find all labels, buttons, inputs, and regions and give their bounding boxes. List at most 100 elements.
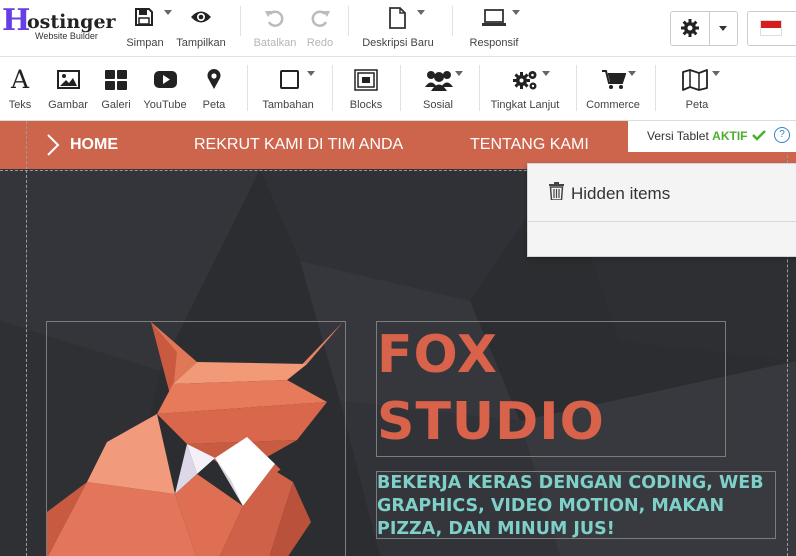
tablet-version-text: Versi Tablet AKTIF (647, 129, 748, 143)
add-image-button[interactable]: Gambar (45, 67, 91, 115)
separator (452, 6, 453, 36)
tablet-version-indicator: Versi Tablet AKTIF ? (628, 121, 796, 152)
map-pin-label: Peta (202, 99, 226, 111)
subtitle-line1: BEKERJA KERAS DENGAN CODING, WEB (377, 473, 764, 493)
square-icon (280, 70, 299, 89)
separator (479, 65, 480, 111)
trash-icon (549, 182, 564, 200)
chevron-down-icon[interactable] (719, 26, 727, 31)
commerce-button[interactable]: Commerce (582, 67, 644, 115)
map-button[interactable]: Peta (670, 67, 724, 115)
divider (528, 221, 796, 222)
responsive-label: Responsif (469, 37, 519, 49)
separator (240, 6, 241, 36)
hidden-items-panel[interactable]: Hidden items (527, 163, 796, 257)
tablet-version-status: AKTIF (712, 129, 748, 143)
text-label: Teks (8, 99, 32, 111)
add-youtube-button[interactable]: YouTube (140, 67, 190, 115)
checkmark-icon (752, 130, 766, 141)
fox-image[interactable] (46, 321, 346, 556)
redo-button[interactable]: Redo (300, 4, 340, 52)
advanced-button[interactable]: Tingkat Lanjut (484, 67, 566, 115)
section-guide-left (26, 170, 27, 556)
document-icon (389, 7, 406, 29)
gallery-label: Galeri (101, 99, 131, 111)
title-block[interactable]: FOX STUDIO (376, 321, 726, 457)
image-icon (57, 70, 80, 89)
save-caret-icon[interactable] (164, 10, 172, 15)
add-gallery-button[interactable]: Galeri (96, 67, 136, 115)
add-map-pin-button[interactable]: Peta (196, 67, 232, 115)
commerce-caret-icon[interactable] (628, 71, 636, 76)
add-extra-button[interactable]: Tambahan (255, 67, 321, 115)
flag-indonesia-icon (760, 20, 782, 36)
nav-guide-left (26, 121, 28, 169)
chevron-right-icon (47, 134, 60, 156)
new-description-button[interactable]: Deskripsi Baru (360, 4, 436, 52)
separator (348, 6, 349, 36)
map-pin-icon (207, 69, 221, 89)
commerce-label: Commerce (586, 99, 640, 111)
youtube-label: YouTube (143, 99, 187, 111)
redo-label: Redo (306, 37, 334, 49)
gear-icon (681, 19, 699, 37)
eye-icon (191, 11, 211, 23)
nav-about[interactable]: TENTANG KAMI (470, 136, 589, 154)
site-title-line1: FOX (377, 325, 498, 385)
separator (709, 12, 710, 45)
map-label: Peta (685, 99, 709, 111)
hostinger-logo[interactable]: H ostinger Website Builder (2, 3, 116, 43)
logo-subtitle: Website Builder (35, 31, 98, 41)
blocks-label: Blocks (349, 99, 383, 111)
gallery-icon (105, 70, 127, 90)
element-toolbar: A Teks Gambar Galeri YouTube Peta Tambah… (0, 57, 796, 121)
preview-button[interactable]: Tampilkan (174, 4, 228, 52)
map-caret-icon[interactable] (712, 71, 720, 76)
top-toolbar: H ostinger Website Builder Simpan Tampil… (0, 0, 796, 57)
help-icon[interactable]: ? (774, 127, 790, 143)
tablet-version-label: Versi Tablet (647, 129, 709, 143)
settings-button[interactable] (670, 11, 738, 46)
separator (655, 65, 656, 111)
separator (576, 65, 577, 111)
extra-caret-icon[interactable] (307, 71, 315, 76)
add-blocks-button[interactable]: Blocks (340, 67, 392, 115)
add-text-button[interactable]: A Teks (2, 65, 38, 115)
site-title-line2: STUDIO (377, 392, 605, 452)
new-description-label: Deskripsi Baru (362, 37, 434, 49)
save-icon (135, 8, 153, 26)
separator (400, 65, 401, 111)
separator (247, 65, 248, 111)
social-label: Sosial (423, 99, 453, 111)
subtitle-block[interactable]: BEKERJA KERAS DENGAN CODING, WEB GRAPHIC… (376, 471, 776, 539)
editor-canvas[interactable]: HOME REKRUT KAMI DI TIM ANDA TENTANG KAM… (0, 121, 796, 556)
save-button[interactable]: Simpan (122, 4, 172, 52)
image-label: Gambar (48, 99, 88, 111)
document-caret-icon[interactable] (417, 10, 425, 15)
text-icon: A (11, 65, 30, 94)
fox-illustration (47, 322, 343, 556)
nav-recruit[interactable]: REKRUT KAMI DI TIM ANDA (194, 136, 403, 154)
save-label: Simpan (126, 37, 164, 49)
logo-text: ostinger (27, 11, 116, 33)
responsive-caret-icon[interactable] (512, 10, 520, 15)
subtitle-line2: GRAPHICS, VIDEO MOTION, MAKAN (377, 496, 725, 516)
undo-button[interactable]: Batalkan (252, 4, 298, 52)
map-icon (682, 69, 708, 91)
youtube-icon (154, 71, 177, 88)
hidden-items-label: Hidden items (571, 184, 671, 203)
preview-label: Tampilkan (176, 37, 226, 49)
extra-label: Tambahan (262, 99, 314, 111)
language-button[interactable] (747, 11, 796, 46)
advanced-label: Tingkat Lanjut (490, 99, 560, 111)
cogs-icon (513, 71, 537, 90)
advanced-caret-icon[interactable] (542, 71, 550, 76)
blocks-icon (354, 69, 378, 91)
add-social-button[interactable]: Sosial (410, 67, 466, 115)
nav-home[interactable]: HOME (70, 136, 118, 154)
responsive-button[interactable]: Responsif (464, 4, 524, 52)
redo-icon (311, 10, 330, 27)
social-caret-icon[interactable] (455, 71, 463, 76)
laptop-icon (482, 9, 506, 26)
undo-label: Batalkan (253, 37, 297, 49)
